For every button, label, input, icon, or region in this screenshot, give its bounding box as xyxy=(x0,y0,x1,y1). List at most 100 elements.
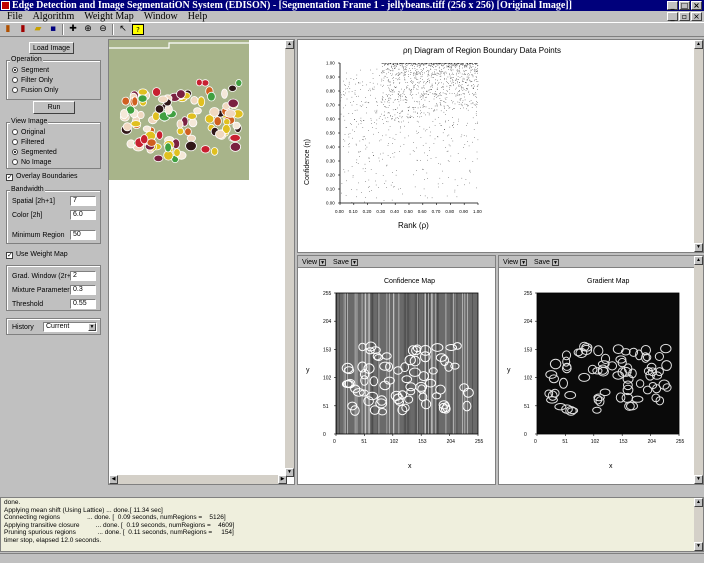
help-icon[interactable]: ? xyxy=(132,24,144,35)
view-dropdown[interactable]: View ▼ xyxy=(300,257,327,267)
load-image-button[interactable]: Load Image xyxy=(29,42,74,54)
data-point xyxy=(414,186,416,188)
new-icon[interactable]: ▮ xyxy=(2,24,14,35)
data-point xyxy=(388,80,389,82)
zoom-out-icon[interactable]: ⊖ xyxy=(97,24,109,35)
radio-filtered[interactable]: Filtered xyxy=(12,138,44,147)
scroll-down-icon[interactable]: ▼ xyxy=(694,475,703,484)
data-point xyxy=(395,109,397,110)
output-console[interactable]: done. Applying mean shift (Using Lattice)… xyxy=(0,497,704,552)
data-point xyxy=(410,65,412,66)
scroll-down-icon[interactable]: ▼ xyxy=(694,243,703,252)
color-input[interactable]: 6.0 xyxy=(70,210,96,220)
data-point xyxy=(393,186,394,188)
radio-segment[interactable]: Segment xyxy=(12,66,49,75)
image-horizontal-scrollbar[interactable]: ◀ ▶ xyxy=(109,475,287,484)
spatial-input[interactable]: 7 xyxy=(70,196,96,206)
grad-window-input[interactable]: 2 xyxy=(70,271,96,281)
data-point xyxy=(413,87,415,88)
data-point xyxy=(408,70,409,72)
run-button[interactable]: Run xyxy=(33,101,75,114)
data-point xyxy=(457,124,458,125)
data-point xyxy=(410,117,411,118)
radio-no-image[interactable]: No Image xyxy=(12,158,51,167)
child-minimize-button[interactable]: _ xyxy=(667,12,678,21)
data-point xyxy=(423,104,424,105)
overlay-boundaries-checkbox[interactable]: ✓ Overlay Boundaries xyxy=(6,172,77,181)
x-tick-label: 204 xyxy=(447,439,456,445)
save-dropdown[interactable]: Save ▼ xyxy=(532,257,559,267)
scroll-left-icon[interactable]: ◀ xyxy=(109,475,118,484)
data-point xyxy=(423,68,424,69)
folder-icon[interactable]: ▰ xyxy=(32,24,44,35)
data-point xyxy=(463,74,465,75)
view-dropdown[interactable]: View ▼ xyxy=(501,257,528,267)
data-point xyxy=(477,68,478,69)
use-weight-map-checkbox[interactable]: ✓ Use Weight Map xyxy=(6,250,68,259)
menu-weight-map[interactable]: Weight Map xyxy=(79,11,138,22)
child-close-button[interactable]: × xyxy=(691,12,702,21)
data-point xyxy=(426,91,427,92)
data-point xyxy=(426,93,427,95)
data-point xyxy=(352,175,354,176)
scroll-down-icon[interactable]: ▼ xyxy=(694,542,703,551)
data-point xyxy=(404,75,406,76)
data-point xyxy=(412,107,413,108)
data-point xyxy=(431,83,433,85)
save-dropdown[interactable]: Save ▼ xyxy=(331,257,358,267)
scroll-up-icon[interactable]: ▲ xyxy=(694,256,703,265)
data-point xyxy=(352,113,353,114)
menu-help[interactable]: Help xyxy=(183,11,212,22)
data-point xyxy=(465,82,466,83)
close-button[interactable]: × xyxy=(691,1,702,10)
history-select[interactable]: Current ▼ xyxy=(43,322,97,332)
menu-window[interactable]: Window xyxy=(139,11,183,22)
scroll-up-icon[interactable]: ▲ xyxy=(285,40,294,49)
data-point xyxy=(375,112,376,114)
zoom-in-icon[interactable]: ⊕ xyxy=(82,24,94,35)
data-point xyxy=(345,88,346,90)
scroll-up-icon[interactable]: ▲ xyxy=(694,40,703,49)
data-point xyxy=(376,112,378,114)
scroll-right-icon[interactable]: ▶ xyxy=(278,475,287,484)
console-scrollbar[interactable]: ▲ ▼ xyxy=(694,498,703,551)
data-point xyxy=(424,63,425,65)
data-point xyxy=(384,63,386,65)
image-vertical-scrollbar[interactable]: ▲ ▼ xyxy=(285,40,294,477)
data-point xyxy=(387,101,388,103)
radio-segmented[interactable]: Segmented xyxy=(12,148,57,157)
data-point xyxy=(419,103,420,105)
data-point xyxy=(474,68,475,70)
data-point xyxy=(441,100,443,101)
menu-algorithm[interactable]: Algorithm xyxy=(28,11,80,22)
menu-file[interactable]: File xyxy=(2,11,28,22)
data-point xyxy=(394,87,396,88)
child-restore-button[interactable]: ▫ xyxy=(679,12,690,21)
data-point xyxy=(398,121,400,123)
open-icon[interactable]: ▮ xyxy=(17,24,29,35)
data-point xyxy=(403,63,405,64)
data-point xyxy=(394,91,395,93)
data-point xyxy=(376,109,378,111)
data-point xyxy=(470,103,472,105)
pointer-icon[interactable]: ↖ xyxy=(117,24,129,35)
data-point xyxy=(380,101,382,103)
maximize-button[interactable]: □ xyxy=(679,1,690,10)
gradient-vertical-scrollbar[interactable]: ▲ ▼ xyxy=(694,256,703,484)
radio-fusion-only[interactable]: Fusion Only xyxy=(12,86,58,95)
save-icon[interactable]: ▪ xyxy=(47,24,59,35)
mixture-input[interactable]: 0.3 xyxy=(70,285,96,295)
radio-original[interactable]: Original xyxy=(12,128,45,137)
radio-filter-only[interactable]: Filter Only xyxy=(12,76,53,85)
operation-group-title: Operation xyxy=(10,56,43,64)
data-point xyxy=(356,189,358,191)
crosshair-icon[interactable]: ✚ xyxy=(67,24,79,35)
threshold-input[interactable]: 0.55 xyxy=(70,299,96,309)
diagram-vertical-scrollbar[interactable]: ▲ ▼ xyxy=(694,40,703,252)
data-point xyxy=(460,63,461,65)
data-point xyxy=(455,95,457,97)
scroll-up-icon[interactable]: ▲ xyxy=(694,498,703,507)
minimize-button[interactable]: _ xyxy=(667,1,678,10)
min-region-input[interactable]: 50 xyxy=(70,230,96,240)
data-point xyxy=(397,93,399,94)
